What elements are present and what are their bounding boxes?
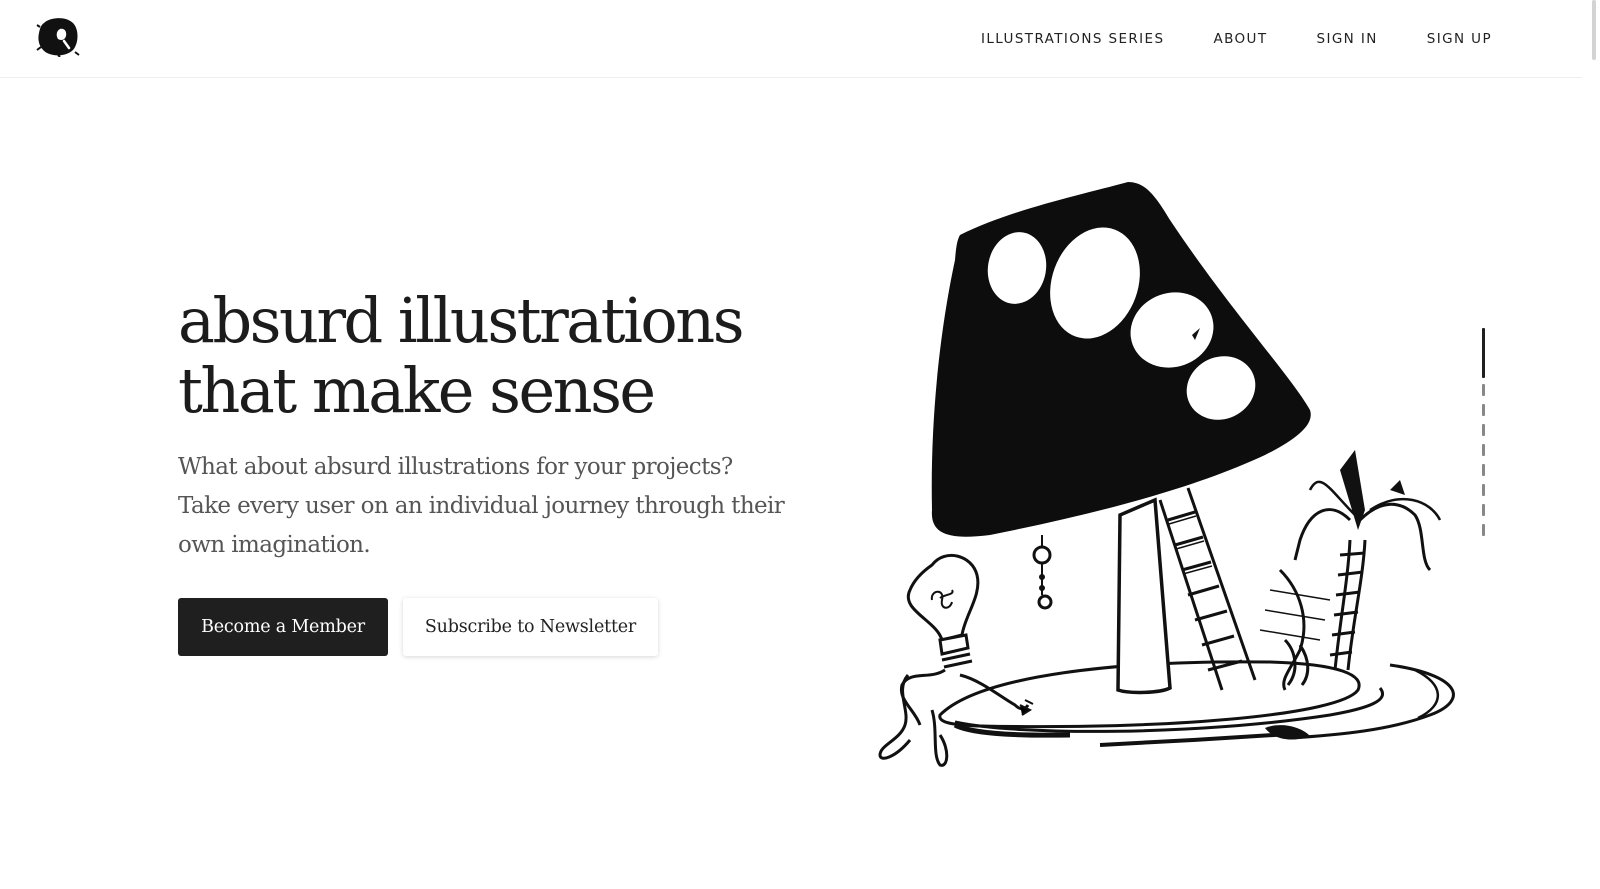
- hero-title: absurd illustrations that make sense: [178, 286, 818, 426]
- pager-dash[interactable]: [1482, 464, 1485, 476]
- pager-dash[interactable]: [1482, 424, 1485, 436]
- blob-q-logo-icon[interactable]: [36, 17, 80, 58]
- nav-about[interactable]: ABOUT: [1213, 31, 1267, 47]
- pager-dash[interactable]: [1482, 484, 1485, 496]
- scrollbar[interactable]: [1582, 0, 1600, 889]
- pager-dash[interactable]: [1482, 524, 1485, 536]
- hero-title-line-2: that make sense: [178, 354, 656, 427]
- site-header: ILLUSTRATIONS SERIES ABOUT SIGN IN SIGN …: [0, 0, 1582, 78]
- subscribe-newsletter-button[interactable]: Subscribe to Newsletter: [403, 598, 658, 656]
- pager-dash[interactable]: [1482, 504, 1485, 516]
- pager-dash[interactable]: [1482, 384, 1485, 396]
- mushroom-lamp-illustration: [870, 170, 1480, 780]
- main-nav: ILLUSTRATIONS SERIES ABOUT SIGN IN SIGN …: [981, 0, 1492, 78]
- scrollbar-thumb[interactable]: [1592, 0, 1596, 60]
- pager-active-indicator[interactable]: [1482, 328, 1485, 378]
- slide-pager[interactable]: [1482, 328, 1485, 544]
- hero-subtitle: What about absurd illustrations for your…: [178, 454, 785, 558]
- nav-sign-in[interactable]: SIGN IN: [1316, 31, 1377, 47]
- become-member-button[interactable]: Become a Member: [178, 598, 388, 656]
- pager-dash[interactable]: [1482, 404, 1485, 416]
- nav-illustrations-series[interactable]: ILLUSTRATIONS SERIES: [981, 31, 1164, 47]
- hero-title-line-1: absurd illustrations: [178, 284, 745, 357]
- pager-dash[interactable]: [1482, 444, 1485, 456]
- nav-sign-up[interactable]: SIGN UP: [1427, 31, 1492, 47]
